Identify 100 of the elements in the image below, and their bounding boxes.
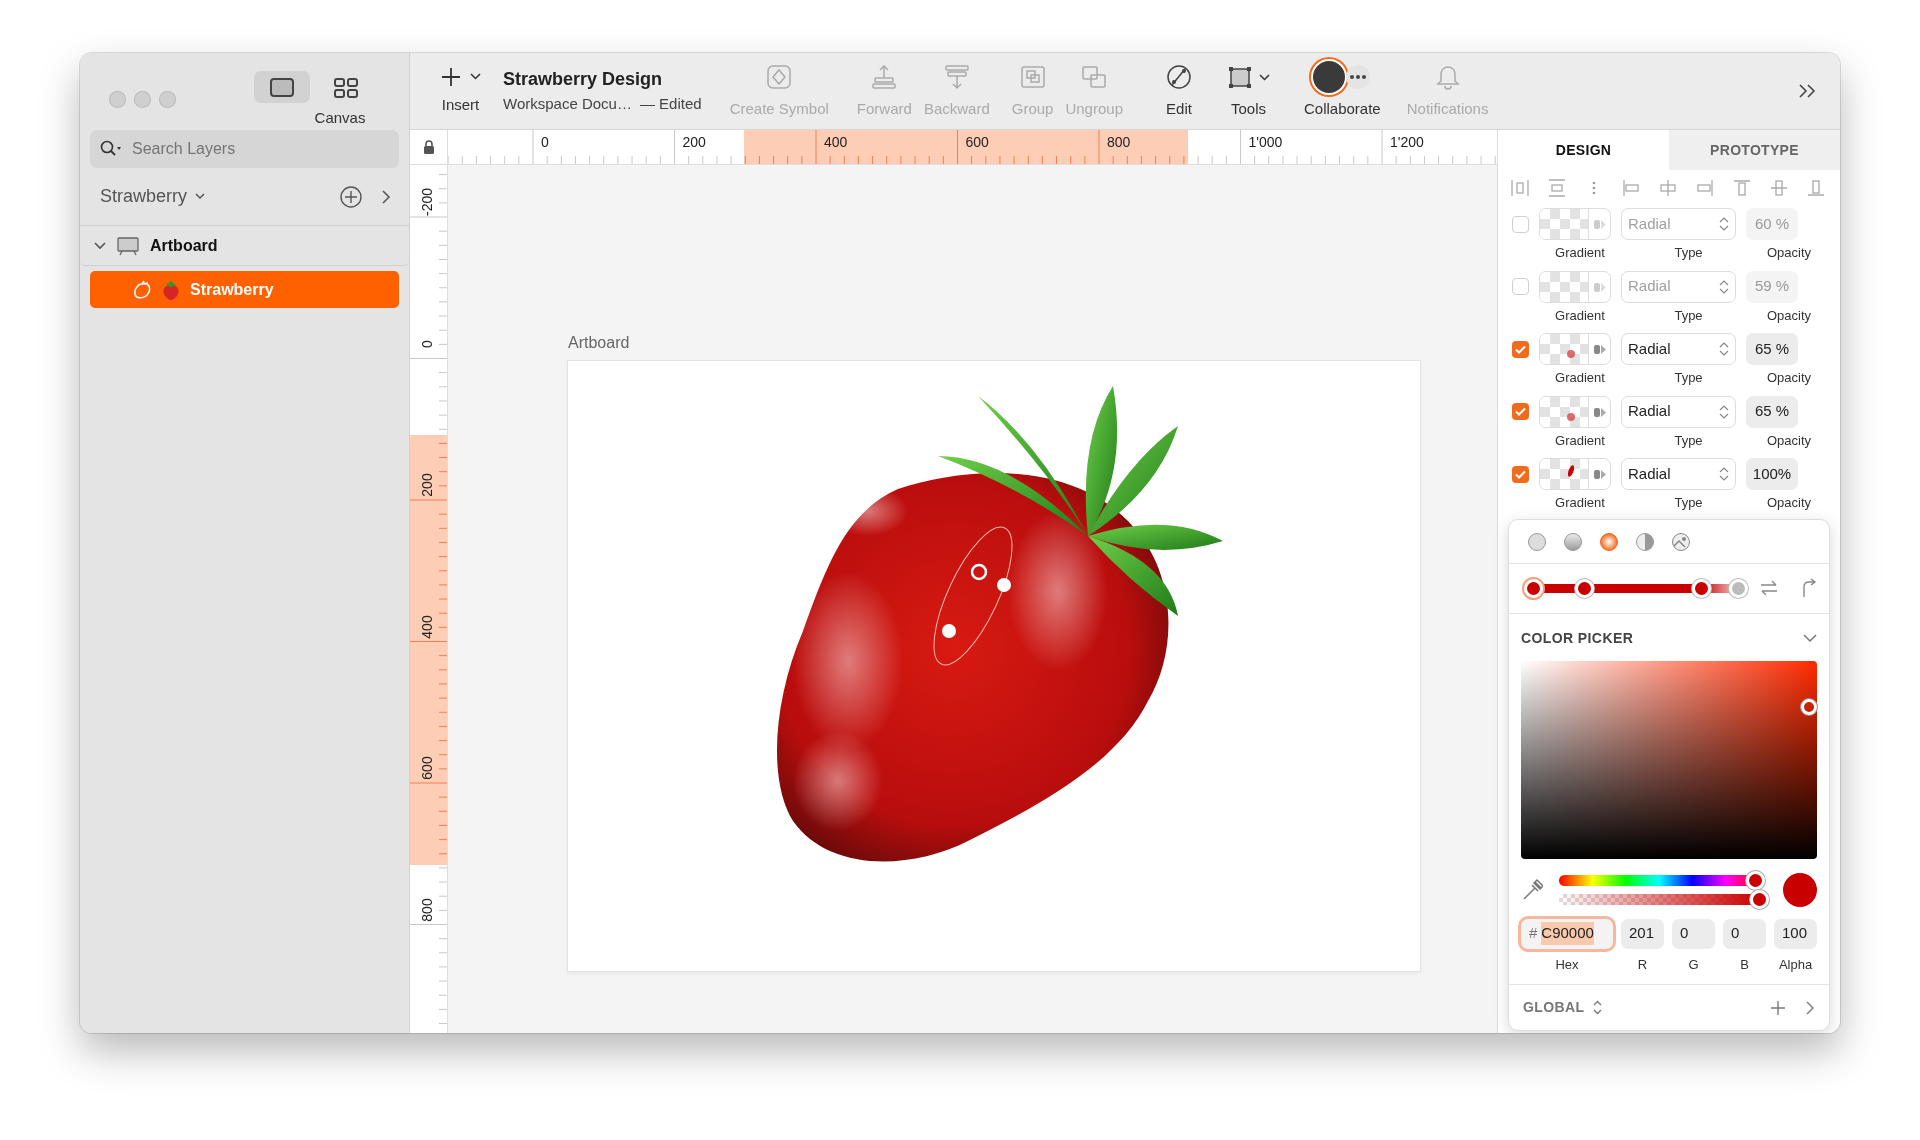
stepper-icon	[1592, 1000, 1602, 1015]
stepper-icon	[1719, 403, 1729, 420]
value-field[interactable]: 0	[1672, 918, 1715, 949]
opacity-field[interactable]: 65 %	[1746, 333, 1798, 365]
gradient-stop[interactable]	[1691, 578, 1711, 598]
tools-button[interactable]: Tools	[1221, 61, 1276, 121]
canvas-view-button[interactable]	[254, 71, 310, 103]
type-select[interactable]: Radial	[1621, 458, 1736, 490]
checkbox[interactable]	[1512, 278, 1529, 295]
linear-fill-icon[interactable]	[1563, 531, 1583, 552]
ruler-label: 600	[965, 135, 989, 149]
swap-icon[interactable]	[1759, 580, 1779, 596]
insert-button[interactable]: Insert	[434, 65, 487, 117]
edited-status: — Edited	[639, 94, 702, 115]
align-middle-icon[interactable]	[1769, 178, 1789, 198]
gradient-handle[interactable]	[997, 578, 1011, 592]
image-fill-icon[interactable]	[1671, 531, 1691, 552]
align-top-icon[interactable]	[1732, 178, 1752, 198]
checkbox[interactable]	[1512, 340, 1529, 358]
tab[interactable]: PROTOTYPE	[1669, 130, 1840, 170]
angular-fill-icon[interactable]	[1635, 531, 1655, 552]
checkbox[interactable]	[1512, 403, 1529, 420]
field-label: Type	[1673, 306, 1704, 325]
gradient-stop[interactable]	[1574, 578, 1594, 598]
chevron-right-icon[interactable]	[1806, 1000, 1815, 1015]
gradient-ellipse[interactable]	[933, 526, 1013, 666]
page-selector[interactable]: Strawberry	[100, 183, 206, 210]
chevron-right-icon[interactable]	[381, 189, 391, 204]
gradient-swatch[interactable]	[1539, 333, 1611, 365]
lock-icon[interactable]	[422, 140, 435, 154]
gradient-swatch[interactable]	[1539, 395, 1611, 428]
color-handle[interactable]	[1801, 699, 1817, 716]
type-select[interactable]: Radial	[1621, 333, 1736, 365]
double-chevron-icon[interactable]	[1798, 83, 1818, 99]
artboard-icon	[116, 235, 140, 256]
field-label: Opacity	[1765, 306, 1813, 325]
hex-field[interactable]: # C90000	[1521, 918, 1613, 949]
document-title: Strawberry Design	[503, 68, 664, 92]
ruler-label: 200	[420, 472, 434, 499]
chevron-down-icon[interactable]	[1803, 633, 1817, 643]
field-label: Opacity	[1765, 369, 1813, 387]
document-location: Workspace Docu…	[503, 94, 632, 115]
field-label: Opacity	[1765, 244, 1813, 262]
rotate-icon[interactable]	[1801, 578, 1817, 598]
checkbox[interactable]	[1512, 465, 1529, 483]
search-icon	[100, 140, 122, 158]
send-backward-icon	[942, 64, 971, 91]
distribute-vertical-icon[interactable]	[1547, 178, 1567, 198]
field-label: G	[1687, 955, 1700, 974]
field-label: Type	[1673, 494, 1704, 512]
field-label: Gradient	[1554, 431, 1606, 450]
alpha-slider-thumb[interactable]	[1749, 889, 1769, 909]
value-field[interactable]: 0	[1723, 918, 1766, 949]
value-field[interactable]: 100	[1774, 918, 1817, 949]
checkmark-icon	[1515, 469, 1526, 479]
library-selector[interactable]: GLOBAL	[1523, 997, 1602, 1018]
edit-button[interactable]: Edit	[1159, 61, 1199, 121]
saturation-brightness-area[interactable]	[1521, 660, 1817, 859]
caret-icon	[1259, 73, 1270, 81]
gradient-bar[interactable]	[1522, 577, 1749, 599]
color-swatch	[1783, 872, 1817, 907]
ruler-label: 200	[682, 135, 706, 149]
gradient-swatch[interactable]	[1539, 458, 1611, 490]
eyedropper-icon[interactable]	[1521, 877, 1543, 902]
field-label: Gradient	[1554, 306, 1606, 325]
type-select[interactable]: Radial	[1621, 395, 1736, 428]
hue-slider-thumb[interactable]	[1745, 870, 1765, 890]
window-icon	[269, 75, 295, 99]
chevron-down-icon[interactable]	[94, 241, 106, 250]
ruler-label: -200	[420, 187, 434, 217]
stepper-icon	[1719, 466, 1729, 482]
field-label: B	[1739, 955, 1750, 974]
align-bottom-icon[interactable]	[1806, 178, 1826, 198]
field-label: Alpha	[1777, 955, 1814, 974]
ruler-label: 0	[541, 135, 549, 149]
field-label: Type	[1673, 244, 1704, 262]
field-label: Type	[1673, 431, 1704, 450]
search-field[interactable]: Search Layers	[90, 130, 399, 168]
gradient-handle[interactable]	[970, 563, 988, 581]
add-page-icon[interactable]	[339, 184, 363, 209]
gradient-swatch[interactable]	[1539, 270, 1611, 303]
plus-icon[interactable]	[1770, 999, 1786, 1016]
chevron-down-icon	[195, 193, 206, 200]
opacity-field[interactable]: 100%	[1746, 458, 1798, 490]
radial-fill-icon[interactable]	[1599, 531, 1619, 552]
solid-fill-icon[interactable]	[1527, 531, 1547, 552]
checkbox[interactable]	[1512, 215, 1529, 233]
stepper-icon	[1719, 278, 1729, 295]
layer-row[interactable]: Artboard	[80, 226, 409, 266]
gradient-handle[interactable]	[942, 624, 956, 638]
collaborate-button[interactable]: Collaborate	[1298, 61, 1387, 121]
align-center-icon[interactable]	[1658, 178, 1678, 198]
gradient-swatch[interactable]	[1539, 208, 1611, 240]
layer-name: Artboard	[150, 235, 218, 256]
value-field[interactable]: 201	[1621, 918, 1664, 949]
ruler-label: 800	[420, 896, 434, 924]
opacity-field[interactable]: 65 %	[1746, 395, 1798, 428]
bring-forward-icon	[870, 64, 899, 91]
gradient-stop[interactable]	[1523, 578, 1543, 598]
artboard-title[interactable]: Artboard	[568, 331, 630, 355]
